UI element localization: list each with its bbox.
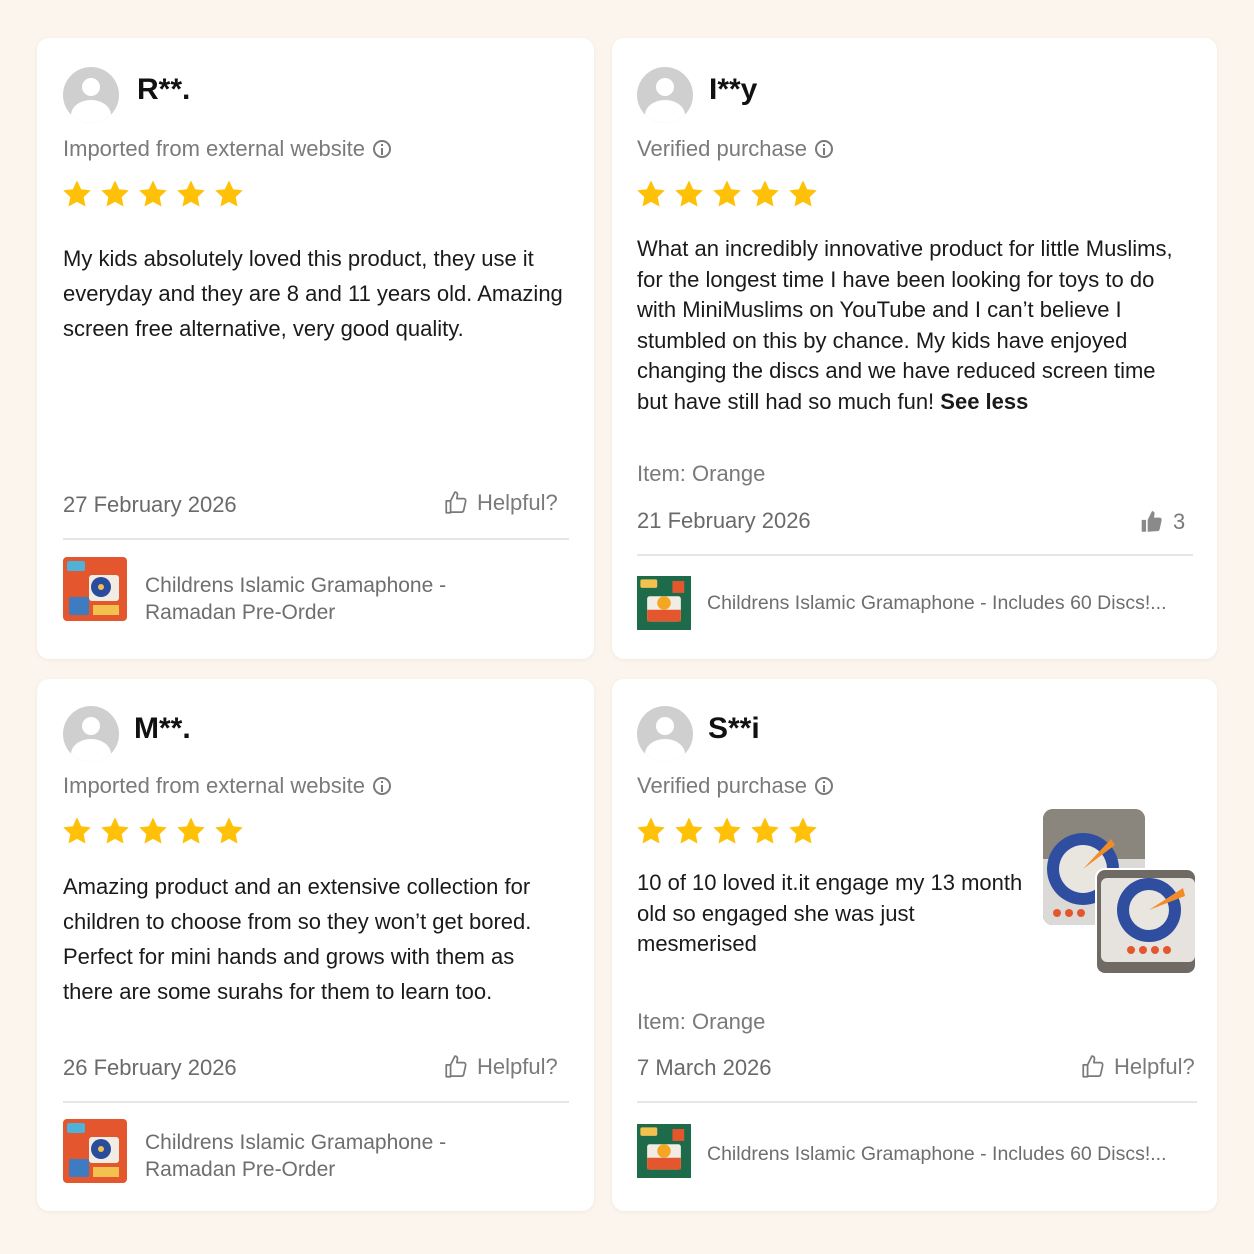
thumbs-up-icon — [443, 490, 469, 516]
review-source-label: Imported from external website — [63, 136, 366, 161]
star-icon — [137, 178, 169, 210]
star-icon — [61, 815, 93, 847]
helpful-label: Helpful? — [477, 490, 558, 515]
helpful-count: 3 — [1173, 509, 1186, 534]
product-thumbnail[interactable] — [63, 557, 127, 621]
product-thumbnail[interactable] — [637, 571, 691, 635]
star-icon — [635, 178, 667, 210]
item-variant: Item: Orange — [637, 1009, 766, 1034]
star-rating — [61, 178, 245, 210]
star-icon — [673, 815, 705, 847]
review-source: Verified purchase — [637, 136, 833, 162]
helpful-button[interactable]: Helpful? — [443, 1054, 558, 1080]
product-thumbnail[interactable] — [637, 1119, 691, 1183]
review-source: Verified purchase — [637, 773, 833, 799]
avatar — [637, 67, 693, 123]
divider — [637, 1101, 1197, 1103]
star-icon — [175, 178, 207, 210]
reviewer-name: S**i — [708, 712, 760, 745]
star-rating — [635, 815, 819, 847]
helpful-label: Helpful? — [477, 1054, 558, 1079]
thumbs-up-icon — [443, 1054, 469, 1080]
product-name[interactable]: Childrens Islamic Gramaphone - Ramadan P… — [145, 572, 475, 626]
avatar — [637, 706, 693, 762]
thumbs-up-icon — [1080, 1054, 1106, 1080]
info-icon[interactable] — [373, 140, 392, 158]
review-card: R**. Imported from external website My k… — [37, 38, 594, 659]
product-thumbnail[interactable] — [63, 1119, 127, 1183]
divider — [637, 554, 1193, 556]
review-source: Imported from external website — [63, 773, 392, 799]
see-less-link[interactable]: See less — [940, 389, 1028, 414]
info-icon[interactable] — [373, 777, 392, 795]
star-icon — [61, 178, 93, 210]
review-date: 21 February 2026 — [637, 508, 811, 533]
helpful-button[interactable]: Helpful? — [443, 490, 558, 516]
review-source-label: Imported from external website — [63, 773, 366, 798]
review-source-label: Verified purchase — [637, 773, 807, 798]
review-date: 26 February 2026 — [63, 1055, 237, 1080]
reviewer-name: R**. — [137, 73, 191, 106]
item-variant: Item: Orange — [637, 461, 766, 486]
star-icon — [213, 815, 245, 847]
star-icon — [213, 178, 245, 210]
review-date: 27 February 2026 — [63, 492, 237, 517]
reviewer-name: I**y — [709, 73, 758, 106]
star-rating — [635, 178, 819, 210]
star-icon — [175, 815, 207, 847]
helpful-label: Helpful? — [1114, 1054, 1195, 1079]
star-icon — [711, 178, 743, 210]
review-text: 10 of 10 loved it.it engage my 13 month … — [637, 870, 1023, 956]
star-icon — [673, 178, 705, 210]
product-name[interactable]: Childrens Islamic Gramaphone - Ramadan P… — [145, 1129, 475, 1183]
info-icon[interactable] — [815, 777, 833, 795]
product-name[interactable]: Childrens Islamic Gramaphone - Includes … — [707, 1141, 1167, 1168]
review-source: Imported from external website — [63, 136, 392, 162]
review-text: Amazing product and an extensive collect… — [63, 874, 532, 1004]
info-icon[interactable] — [815, 140, 833, 158]
review-text-block: What an incredibly innovative product fo… — [637, 234, 1182, 417]
star-icon — [137, 815, 169, 847]
star-icon — [635, 815, 667, 847]
review-card: S**i Verified purchase 10 of 10 loved it… — [612, 679, 1217, 1211]
helpful-button[interactable]: Helpful? — [1080, 1054, 1195, 1080]
review-text: My kids absolutely loved this product, t… — [63, 246, 563, 341]
product-name[interactable]: Childrens Islamic Gramaphone - Includes … — [707, 590, 1167, 617]
star-rating — [61, 815, 245, 847]
thumbs-up-icon — [1139, 509, 1165, 535]
helpful-button[interactable]: 3 — [1139, 509, 1185, 535]
avatar — [63, 67, 119, 123]
review-photo[interactable] — [1095, 868, 1197, 975]
review-photo-image — [1097, 870, 1195, 973]
star-icon — [99, 815, 131, 847]
review-card: M**. Imported from external website Amaz… — [37, 679, 594, 1211]
star-icon — [749, 815, 781, 847]
divider — [63, 538, 569, 540]
avatar — [63, 706, 119, 762]
review-date: 7 March 2026 — [637, 1055, 772, 1080]
star-icon — [711, 815, 743, 847]
star-icon — [99, 178, 131, 210]
review-source-label: Verified purchase — [637, 136, 807, 161]
reviewer-name: M**. — [134, 712, 191, 745]
star-icon — [787, 815, 819, 847]
review-text: What an incredibly innovative product fo… — [637, 236, 1173, 414]
divider — [63, 1101, 569, 1103]
star-icon — [787, 178, 819, 210]
review-card: I**y Verified purchase What an incredibl… — [612, 38, 1217, 659]
star-icon — [749, 178, 781, 210]
